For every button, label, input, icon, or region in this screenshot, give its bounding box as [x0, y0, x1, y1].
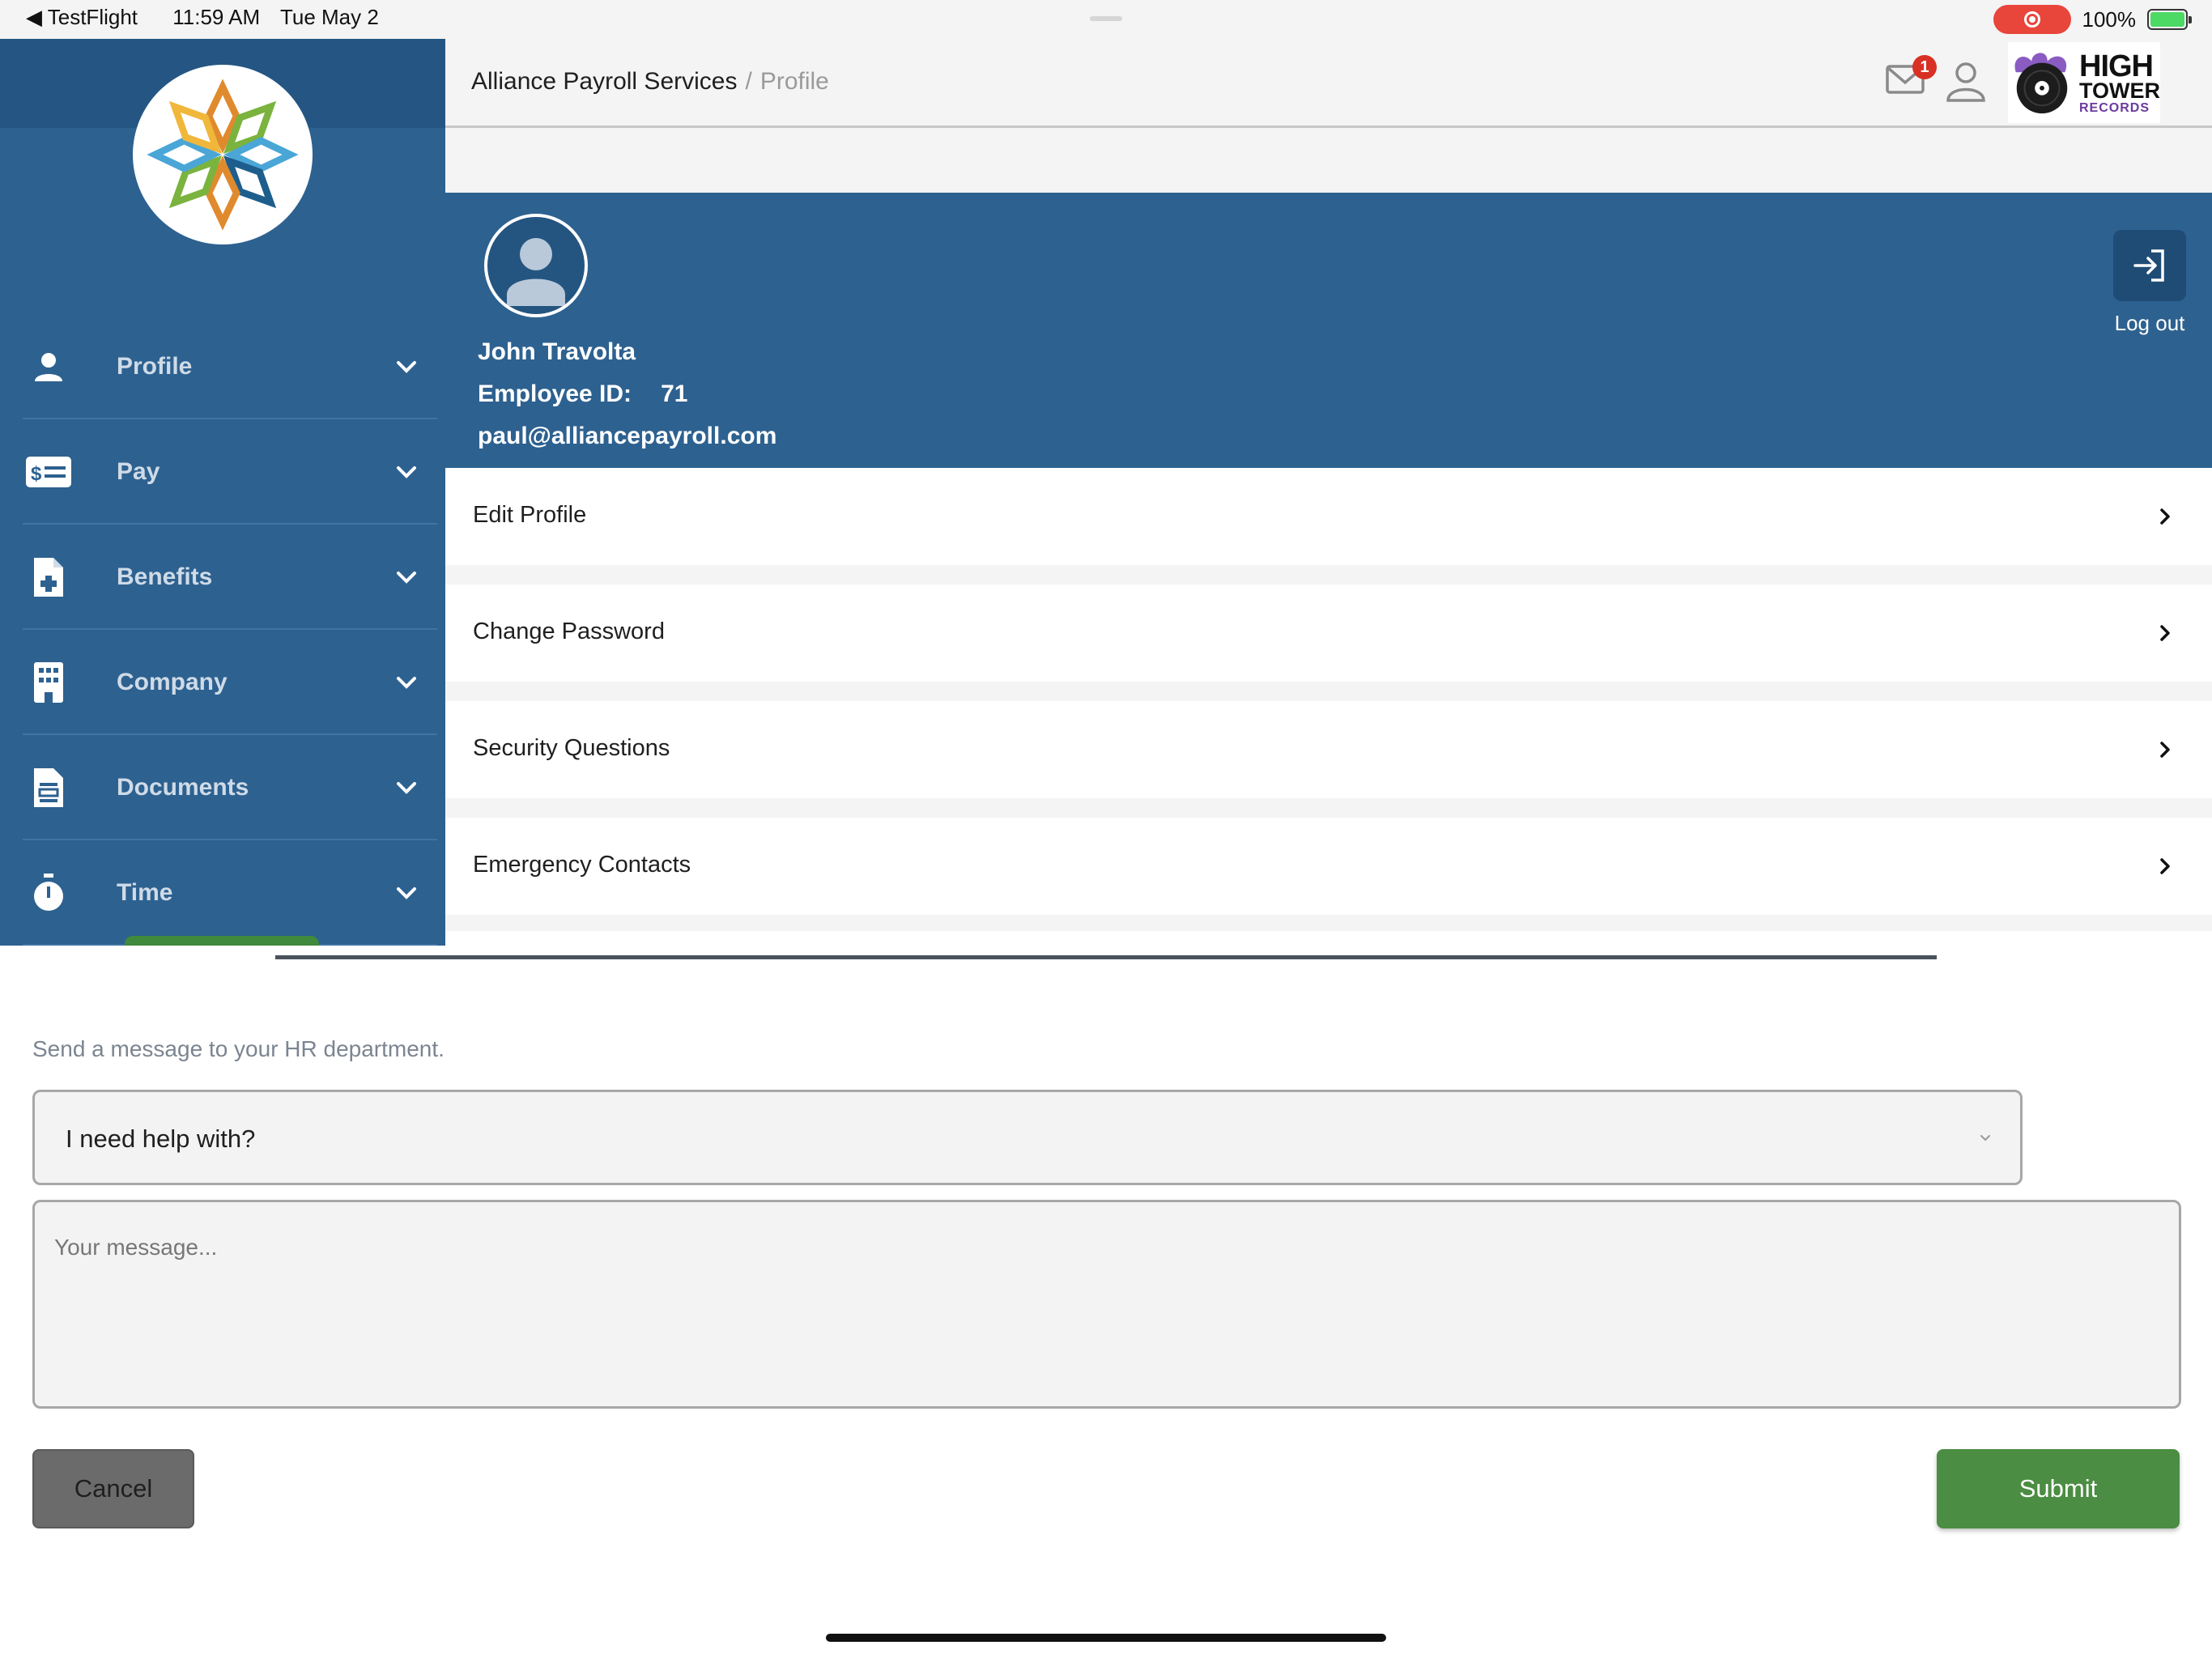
chevron-down-icon — [1975, 1128, 1996, 1149]
brand-wordmark: HIGH TOWER RECORDS — [2079, 51, 2160, 115]
notification-badge: 1 — [1912, 55, 1937, 79]
building-icon — [24, 658, 73, 707]
chevron-down-icon[interactable] — [390, 456, 423, 488]
breadcrumb: Alliance Payroll Services / Profile — [471, 68, 829, 96]
breadcrumb-home[interactable]: Alliance Payroll Services — [471, 68, 737, 95]
sidebar-green-button[interactable] — [125, 936, 319, 946]
sidebar-item-benefits[interactable]: Benefits — [0, 525, 445, 630]
chevron-right-icon — [2149, 850, 2181, 882]
sidebar: Profile $ Pay Benefits Company Documents… — [0, 39, 445, 946]
employee-email: paul@alliancepayroll.com — [478, 423, 777, 449]
sidebar-item-label: Company — [117, 669, 228, 695]
top-header: Alliance Payroll Services / Profile 1 HIGH… — [445, 39, 2212, 128]
message-textarea[interactable]: Your message... — [32, 1200, 2181, 1409]
home-indicator[interactable] — [826, 1634, 1386, 1642]
sidebar-item-documents[interactable]: Documents — [0, 735, 445, 840]
sidebar-item-label: Profile — [117, 353, 193, 380]
stopwatch-icon — [24, 869, 73, 917]
cancel-button[interactable]: Cancel — [32, 1449, 194, 1528]
sidebar-item-label: Documents — [117, 774, 249, 801]
status-time: 11:59 AM — [172, 5, 261, 29]
logout-button[interactable] — [2113, 230, 2186, 301]
menu-item-label: Emergency Contacts — [473, 852, 691, 878]
vinyl-record-icon — [2014, 53, 2068, 114]
menu-item-edit-profile[interactable]: Edit Profile — [445, 468, 2212, 565]
chevron-down-icon[interactable] — [390, 666, 423, 699]
message-placeholder: Your message... — [54, 1235, 218, 1260]
logout-label[interactable]: Log out — [2097, 311, 2202, 336]
status-bar: ◀ TestFlight 11:59 AM Tue May 2 100% — [0, 0, 2212, 39]
chevron-right-icon — [2149, 733, 2181, 766]
chevron-right-icon — [2149, 617, 2181, 649]
sidebar-item-time[interactable]: Time — [0, 840, 445, 946]
breadcrumb-separator: / — [745, 68, 752, 95]
brand-line-3: RECORDS — [2079, 100, 2150, 115]
panel-divider — [275, 955, 1937, 959]
employee-name: John Travolta — [478, 338, 636, 365]
battery-icon — [2147, 9, 2192, 30]
status-date: Tue May 2 — [279, 5, 379, 29]
menu-item-emergency-contacts[interactable]: Emergency Contacts — [445, 818, 2212, 915]
medical-document-icon — [24, 553, 73, 602]
chevron-down-icon[interactable] — [390, 772, 423, 804]
document-icon — [24, 763, 73, 812]
sidebar-item-label: Pay — [117, 458, 160, 485]
svg-text:$: $ — [31, 463, 42, 485]
help-topic-select[interactable]: I need help with? — [32, 1090, 2023, 1185]
profile-menu: Edit Profile Change Password Security Qu… — [445, 468, 2212, 934]
help-topic-value: I need help with? — [66, 1124, 256, 1153]
user-account-icon[interactable] — [1943, 58, 1989, 104]
company-logo[interactable] — [133, 65, 313, 244]
status-left: ◀ TestFlight 11:59 AM Tue May 2 — [26, 5, 393, 30]
employee-id-label: Employee ID: — [478, 380, 632, 407]
menu-item-label: Change Password — [473, 619, 665, 644]
sidebar-item-label: Time — [117, 879, 173, 906]
chevron-down-icon[interactable] — [390, 561, 423, 593]
sidebar-item-pay[interactable]: $ Pay — [0, 419, 445, 525]
multitask-grabber[interactable] — [1090, 16, 1122, 21]
chevron-right-icon — [2149, 500, 2181, 533]
sidebar-item-profile[interactable]: Profile — [0, 314, 445, 419]
breadcrumb-current: Profile — [759, 68, 829, 95]
chevron-down-icon[interactable] — [390, 351, 423, 383]
pay-card-icon: $ — [24, 448, 73, 496]
battery-percent: 100% — [2082, 6, 2137, 32]
profile-card: John Travolta Employee ID: 71 paul@allian… — [445, 193, 2212, 468]
menu-item-label: Security Questions — [473, 735, 670, 761]
alliance-logo-icon — [147, 79, 299, 231]
avatar[interactable] — [484, 214, 588, 317]
brand-line-2: TOWER — [2079, 78, 2160, 103]
menu-item-security-questions[interactable]: Security Questions — [445, 701, 2212, 798]
status-right: 100% — [1993, 5, 2192, 34]
brand-line-1: HIGH — [2079, 49, 2154, 83]
client-brand-logo: HIGH TOWER RECORDS — [2008, 42, 2160, 123]
back-app-label: TestFlight — [47, 5, 138, 29]
employee-id-value: 71 — [661, 380, 688, 407]
menu-item-change-password[interactable]: Change Password — [445, 585, 2212, 682]
sidebar-item-label: Benefits — [117, 563, 213, 590]
employee-id-row: Employee ID: 71 — [478, 380, 687, 408]
form-hint: Send a message to your HR department. — [32, 1036, 445, 1061]
chevron-down-icon[interactable] — [390, 877, 423, 909]
logout-icon — [2133, 249, 2164, 282]
menu-item-label: Edit Profile — [473, 502, 587, 528]
person-icon — [24, 342, 73, 391]
menu-next-row-edge — [445, 931, 2212, 946]
sidebar-nav: Profile $ Pay Benefits Company Documents… — [0, 314, 445, 946]
avatar-person-icon — [507, 238, 565, 306]
submit-button[interactable]: Submit — [1937, 1449, 2180, 1528]
screen-recording-icon[interactable] — [1993, 5, 2071, 34]
sidebar-item-company[interactable]: Company — [0, 630, 445, 735]
back-to-app-link[interactable]: ◀ TestFlight — [26, 5, 152, 29]
